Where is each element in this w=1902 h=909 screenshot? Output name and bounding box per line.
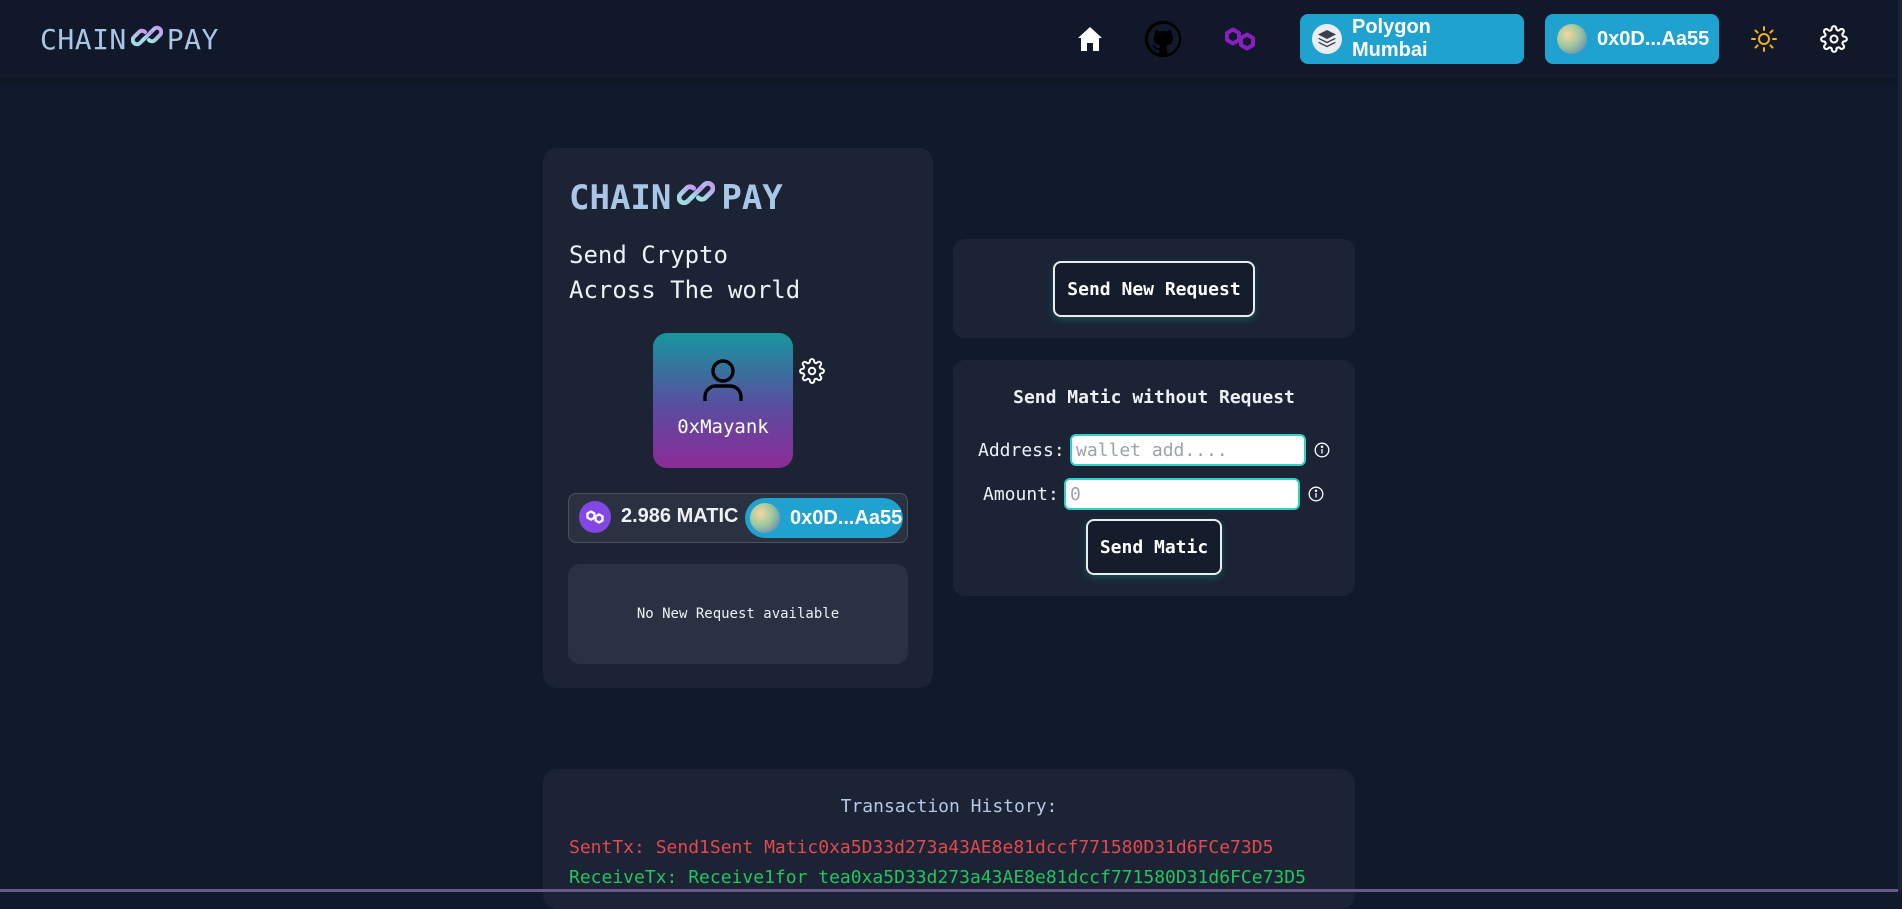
- new-request-card: Send New Request: [953, 239, 1355, 338]
- send-matic-label: Send Matic: [1099, 536, 1209, 558]
- chain-link-icon: [130, 20, 164, 59]
- tagline-line-2: Across The world: [569, 276, 801, 304]
- home-icon[interactable]: [1071, 20, 1109, 58]
- username: 0xMayank: [677, 416, 769, 438]
- sun-icon[interactable]: [1745, 20, 1783, 58]
- matic-balance: 2.986 MATIC: [621, 505, 739, 527]
- no-request-panel: No New Request available: [568, 564, 908, 664]
- matic-icon: [579, 501, 611, 533]
- send-matic-heading: Send Matic without Request: [1013, 387, 1295, 408]
- balance-row: 2.986 MATIC 0x0D...Aa55: [568, 493, 908, 543]
- transaction-history-heading: Transaction History:: [840, 796, 1058, 817]
- user-icon: [698, 355, 748, 409]
- account-avatar: [1557, 24, 1587, 54]
- scrollbar[interactable]: [1898, 0, 1902, 892]
- network-selector-button[interactable]: Polygon Mumbai: [1300, 14, 1524, 64]
- settings-gear-icon[interactable]: [1815, 20, 1853, 58]
- send-new-request-button[interactable]: Send New Request: [1053, 261, 1255, 317]
- tagline: Send Crypto Across The world: [569, 238, 800, 308]
- account-label: 0x0D...Aa55: [1597, 27, 1710, 50]
- address-input[interactable]: [1070, 434, 1306, 466]
- polygon-icon[interactable]: [1221, 20, 1259, 58]
- address-label: Address:: [978, 440, 1065, 461]
- transaction-history-card: Transaction History: SentTx: Send1Sent M…: [543, 769, 1355, 909]
- profile-card: CHAIN PAY Send Crypto Across The world 0…: [543, 148, 933, 688]
- tagline-line-1: Send Crypto: [569, 241, 728, 269]
- top-navbar: CHAIN PAY Polygon Mumbai 0x0D...Aa55: [0, 0, 1902, 78]
- card-brand-title: CHAIN PAY: [569, 174, 783, 221]
- github-icon[interactable]: [1144, 20, 1182, 58]
- amount-input[interactable]: [1064, 478, 1300, 510]
- wallet-avatar: [750, 503, 780, 533]
- wallet-address: 0x0D...Aa55: [790, 506, 903, 529]
- card-brand-chain-text: CHAIN: [569, 177, 672, 218]
- chain-link-icon: [677, 174, 716, 221]
- amount-label: Amount:: [983, 484, 1059, 505]
- layers-icon: [1312, 24, 1342, 54]
- wallet-address-pill[interactable]: 0x0D...Aa55: [745, 498, 903, 538]
- account-button[interactable]: 0x0D...Aa55: [1545, 14, 1719, 64]
- brand-logo[interactable]: CHAIN PAY: [40, 20, 219, 59]
- send-new-request-label: Send New Request: [1067, 278, 1241, 300]
- profile-settings-gear-icon[interactable]: [799, 358, 825, 388]
- network-label: Polygon Mumbai: [1352, 16, 1431, 61]
- send-matic-card: Send Matic without Request Address: Amou…: [953, 360, 1355, 596]
- amount-info-icon[interactable]: [1308, 486, 1324, 502]
- brand-pay-text: PAY: [166, 23, 219, 56]
- profile-tile[interactable]: 0xMayank: [653, 333, 793, 468]
- transaction-item-received: ReceiveTx: Receive1for tea0xa5D33d273a43…: [569, 867, 1306, 888]
- no-request-text: No New Request available: [636, 606, 840, 622]
- brand-chain-text: CHAIN: [40, 23, 127, 56]
- card-brand-pay-text: PAY: [721, 177, 783, 218]
- send-matic-button[interactable]: Send Matic: [1086, 519, 1222, 575]
- transaction-item-sent: SentTx: Send1Sent Matic0xa5D33d273a43AE8…: [569, 837, 1274, 858]
- address-info-icon[interactable]: [1314, 442, 1330, 458]
